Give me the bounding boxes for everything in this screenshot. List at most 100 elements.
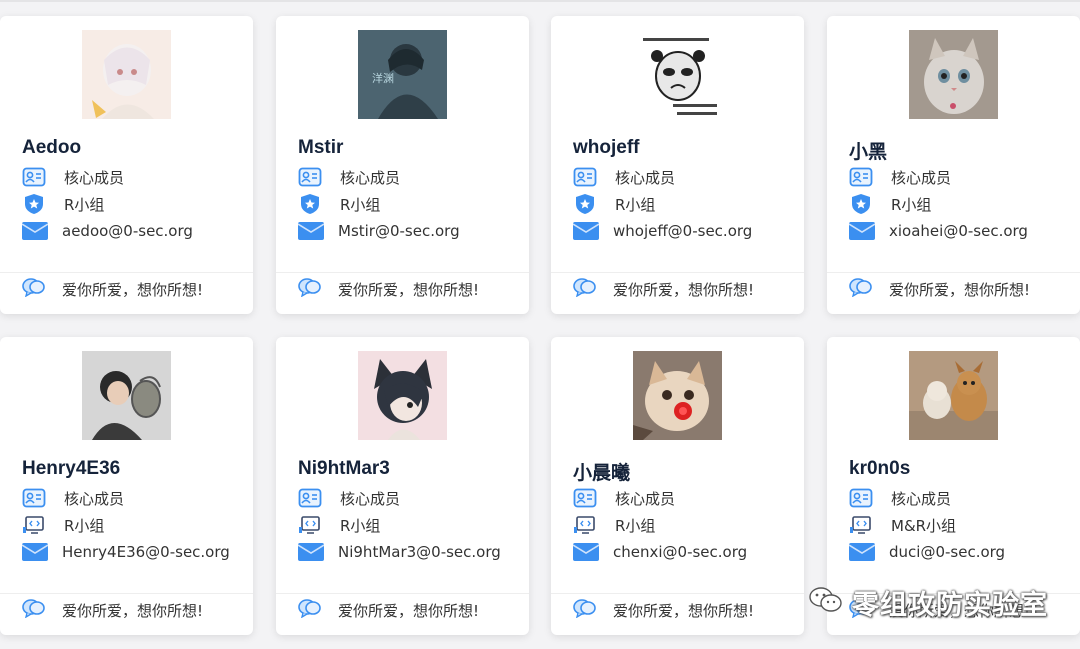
card-divider bbox=[276, 272, 529, 273]
motto-text: 爱你所爱，想你所想! bbox=[62, 601, 204, 620]
shield-icon bbox=[298, 193, 324, 215]
motto-text: 爱你所爱，想你所想! bbox=[889, 280, 1031, 299]
mail-icon bbox=[573, 541, 599, 563]
team-row: R小组 bbox=[22, 514, 104, 536]
role-row: 核心成员 bbox=[298, 166, 400, 188]
chat-bubble-icon bbox=[298, 277, 322, 301]
role-row: 核心成员 bbox=[298, 487, 400, 509]
email-row[interactable]: Henry4E36@0-sec.org bbox=[22, 541, 230, 563]
member-name: whojeff bbox=[573, 137, 640, 158]
team-text: R小组 bbox=[64, 516, 105, 535]
chat-bubble-icon bbox=[22, 277, 46, 301]
role-row: 核心成员 bbox=[22, 487, 124, 509]
mail-icon bbox=[298, 541, 324, 563]
email-link[interactable]: Henry4E36@0-sec.org bbox=[62, 543, 230, 561]
email-row[interactable]: chenxi@0-sec.org bbox=[573, 541, 747, 563]
avatar[interactable] bbox=[633, 351, 722, 440]
member-name: kr0n0s bbox=[849, 458, 911, 479]
mail-icon bbox=[22, 220, 48, 242]
member-card-xiaohei[interactable]: 小黑 核心成员 R小组 xioahei@0-sec.org 爱你所爱，想你所想! bbox=[827, 16, 1080, 314]
role-row: 核心成员 bbox=[849, 166, 951, 188]
email-row[interactable]: aedoo@0-sec.org bbox=[22, 220, 193, 242]
motto-row: 爱你所爱，想你所想! bbox=[573, 278, 754, 300]
email-link[interactable]: Ni9htMar3@0-sec.org bbox=[338, 543, 501, 561]
member-card-aedoo[interactable]: Aedoo 核心成员 R小组 aedoo@0-sec.org 爱你所爱，想你所想… bbox=[0, 16, 253, 314]
card-divider bbox=[0, 272, 253, 273]
mail-icon bbox=[849, 220, 875, 242]
id-card-icon bbox=[298, 487, 324, 509]
role-text: 核心成员 bbox=[891, 489, 952, 508]
team-row: R小组 bbox=[298, 514, 380, 536]
avatar[interactable] bbox=[82, 351, 171, 440]
email-link[interactable]: xioahei@0-sec.org bbox=[889, 222, 1028, 240]
motto-row: 爱你所爱，想你所想! bbox=[22, 278, 203, 300]
email-link[interactable]: Mstir@0-sec.org bbox=[338, 222, 460, 240]
chat-bubble-icon bbox=[573, 277, 597, 301]
code-monitor-icon bbox=[573, 514, 599, 536]
watermark-text: 零组攻防实验室 bbox=[852, 589, 1048, 621]
watermark: 零组攻防实验室 bbox=[808, 582, 1048, 622]
motto-text: 爱你所爱，想你所想! bbox=[62, 280, 204, 299]
code-monitor-icon bbox=[849, 514, 875, 536]
member-card-henry4e36[interactable]: Henry4E36 核心成员 R小组 Henry4E36@0-sec.org 爱… bbox=[0, 337, 253, 635]
role-row: 核心成员 bbox=[573, 487, 675, 509]
avatar[interactable] bbox=[909, 351, 998, 440]
mail-icon bbox=[849, 541, 875, 563]
avatar[interactable]: 洋渊 bbox=[358, 30, 447, 119]
id-card-icon bbox=[22, 487, 48, 509]
email-link[interactable]: chenxi@0-sec.org bbox=[613, 543, 747, 561]
email-link[interactable]: whojeff@0-sec.org bbox=[613, 222, 752, 240]
avatar[interactable] bbox=[82, 30, 171, 119]
avatar[interactable] bbox=[358, 351, 447, 440]
motto-text: 爱你所爱，想你所想! bbox=[613, 280, 755, 299]
member-name: 小黑 bbox=[849, 142, 888, 163]
role-row: 核心成员 bbox=[573, 166, 675, 188]
email-row[interactable]: xioahei@0-sec.org bbox=[849, 220, 1028, 242]
email-link[interactable]: duci@0-sec.org bbox=[889, 543, 1005, 561]
role-text: 核心成员 bbox=[64, 489, 125, 508]
role-text: 核心成员 bbox=[891, 168, 952, 187]
mail-icon bbox=[573, 220, 599, 242]
svg-text:洋渊: 洋渊 bbox=[372, 71, 394, 85]
shield-icon bbox=[849, 193, 875, 215]
team-text: M&R小组 bbox=[891, 516, 957, 535]
member-card-ni9htmar3[interactable]: Ni9htMar3 核心成员 R小组 Ni9htMar3@0-sec.org 爱… bbox=[276, 337, 529, 635]
role-text: 核心成员 bbox=[340, 489, 401, 508]
motto-text: 爱你所爱，想你所想! bbox=[338, 601, 480, 620]
chat-bubble-icon bbox=[22, 598, 46, 622]
avatar[interactable] bbox=[633, 30, 722, 119]
role-row: 核心成员 bbox=[849, 487, 951, 509]
chat-bubble-icon bbox=[573, 598, 597, 622]
chat-bubble-icon bbox=[298, 598, 322, 622]
shield-icon bbox=[22, 193, 48, 215]
role-text: 核心成员 bbox=[340, 168, 401, 187]
motto-row: 爱你所爱，想你所想! bbox=[298, 278, 479, 300]
team-row: R小组 bbox=[573, 514, 655, 536]
email-row[interactable]: duci@0-sec.org bbox=[849, 541, 1005, 563]
motto-row: 爱你所爱，想你所想! bbox=[22, 599, 203, 621]
top-divider bbox=[0, 0, 1080, 2]
member-name: Henry4E36 bbox=[22, 458, 121, 479]
id-card-icon bbox=[849, 166, 875, 188]
motto-row: 爱你所爱，想你所想! bbox=[849, 278, 1030, 300]
mail-icon bbox=[298, 220, 324, 242]
team-text: R小组 bbox=[64, 195, 105, 214]
member-card-whojeff[interactable]: whojeff 核心成员 R小组 whojeff@0-sec.org 爱你所爱，… bbox=[551, 16, 804, 314]
member-card-xiaochenxi[interactable]: 小晨曦 核心成员 R小组 chenxi@0-sec.org 爱你所爱，想你所想! bbox=[551, 337, 804, 635]
shield-icon bbox=[573, 193, 599, 215]
motto-row: 爱你所爱，想你所想! bbox=[298, 599, 479, 621]
id-card-icon bbox=[849, 487, 875, 509]
member-card-mstir[interactable]: 洋渊 Mstir 核心成员 R小组 Mstir@0-sec.org 爱你所爱，想… bbox=[276, 16, 529, 314]
team-row: R小组 bbox=[22, 193, 104, 215]
team-text: R小组 bbox=[340, 516, 381, 535]
mail-icon bbox=[22, 541, 48, 563]
team-text: R小组 bbox=[615, 516, 656, 535]
card-divider bbox=[551, 272, 804, 273]
email-row[interactable]: whojeff@0-sec.org bbox=[573, 220, 752, 242]
chat-bubble-icon bbox=[849, 277, 873, 301]
avatar[interactable] bbox=[909, 30, 998, 119]
email-link[interactable]: aedoo@0-sec.org bbox=[62, 222, 193, 240]
email-row[interactable]: Mstir@0-sec.org bbox=[298, 220, 460, 242]
email-row[interactable]: Ni9htMar3@0-sec.org bbox=[298, 541, 501, 563]
team-row: R小组 bbox=[298, 193, 380, 215]
